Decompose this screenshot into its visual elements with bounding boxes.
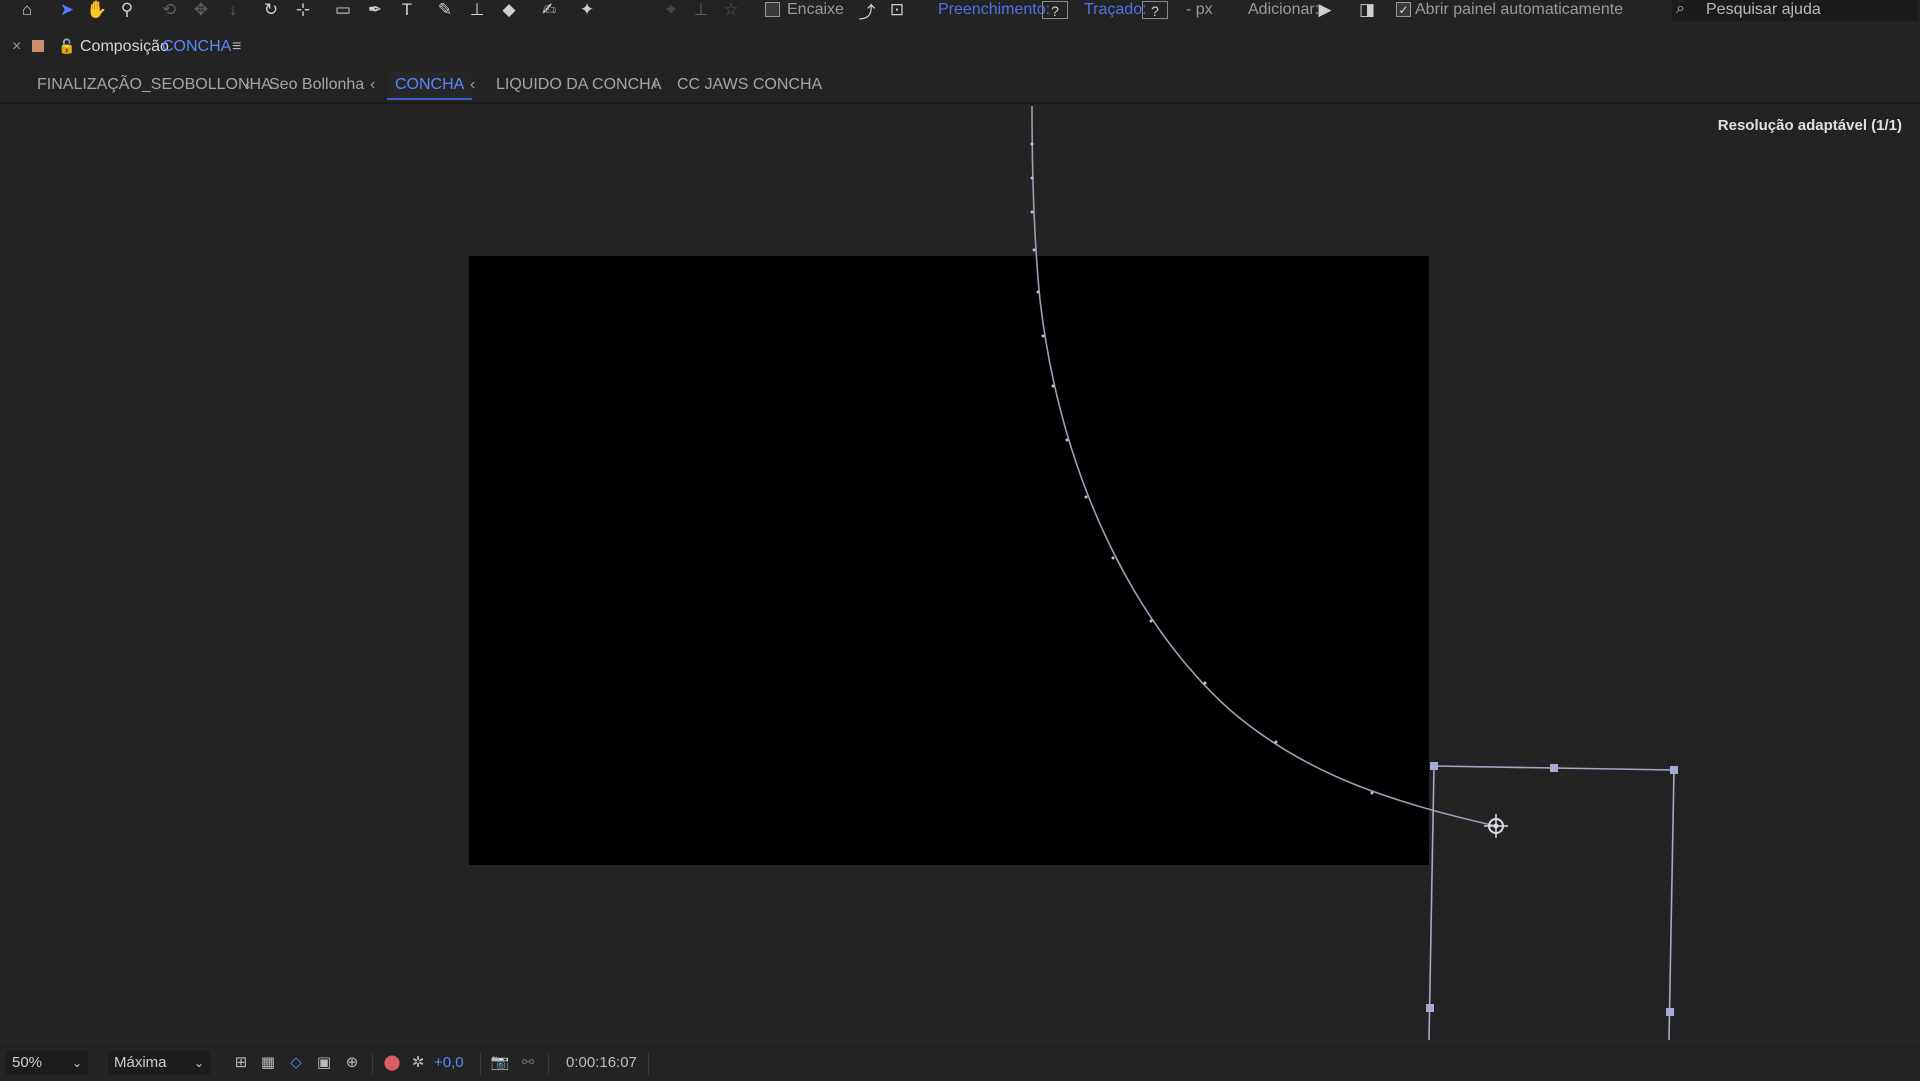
path-vertex[interactable] [1065, 438, 1069, 442]
path-vertex[interactable] [1030, 176, 1034, 180]
camera-icon[interactable]: 📷 [490, 1053, 510, 1073]
anchor-point-icon[interactable] [1484, 814, 1508, 838]
path-vertex[interactable] [1041, 334, 1045, 338]
path-vertex[interactable] [1274, 740, 1278, 744]
mask-visibility-icon[interactable]: ◇ [286, 1053, 306, 1073]
reset-exposure-icon[interactable]: ✲ [408, 1053, 428, 1073]
divider [372, 1053, 373, 1075]
quality-dropdown[interactable]: Máxima ⌄ [108, 1051, 210, 1075]
path-vertex[interactable] [1111, 556, 1115, 560]
viewer-footer: 50% ⌄ Máxima ⌄ ⊞ ▦ ◇ ▣ ⊕ ⬤ ✲ +0,0 📷 ⚯ 0:… [0, 1046, 1920, 1081]
zoom-value: 50% [12, 1054, 43, 1071]
chevron-down-icon: ⌄ [71, 1056, 82, 1070]
bbox-handle[interactable] [1550, 764, 1558, 772]
show-snapshot-icon[interactable]: ⚯ [518, 1053, 538, 1073]
quality-value: Máxima [114, 1054, 167, 1071]
fast-preview-icon[interactable]: ⊞ [231, 1053, 251, 1073]
exposure-value[interactable]: +0,0 [434, 1054, 464, 1071]
path-vertex[interactable] [1149, 619, 1153, 623]
divider [480, 1053, 481, 1075]
path-overlay [1030, 105, 1678, 1041]
mask-path-curve[interactable] [1031, 105, 1497, 827]
path-vertex[interactable] [1370, 791, 1374, 795]
zoom-dropdown[interactable]: 50% ⌄ [6, 1051, 88, 1075]
divider [648, 1053, 649, 1075]
guides-grid-icon[interactable]: ⊕ [342, 1053, 362, 1073]
path-vertex[interactable] [1030, 210, 1034, 214]
path-vertex[interactable] [1030, 142, 1034, 146]
path-vertex[interactable] [1036, 290, 1040, 294]
layer-bounding-box[interactable] [1426, 762, 1678, 1041]
bbox-handle[interactable] [1426, 1004, 1434, 1012]
path-vertex[interactable] [1032, 248, 1036, 252]
timecode[interactable]: 0:00:16:07 [566, 1054, 637, 1071]
channels-icon[interactable]: ⬤ [382, 1053, 402, 1073]
bbox-handle[interactable] [1670, 766, 1678, 774]
path-vertex[interactable] [1203, 681, 1207, 685]
path-vertex-group [1030, 142, 1374, 795]
path-vertex[interactable] [1051, 384, 1055, 388]
path-vertex[interactable] [1084, 495, 1088, 499]
region-of-interest-icon[interactable]: ▣ [314, 1053, 334, 1073]
bbox-handle[interactable] [1666, 1008, 1674, 1016]
bbox-handle[interactable] [1430, 762, 1438, 770]
transparency-grid-icon[interactable]: ▦ [258, 1053, 278, 1073]
chevron-down-icon: ⌄ [193, 1056, 204, 1070]
divider [548, 1053, 549, 1075]
